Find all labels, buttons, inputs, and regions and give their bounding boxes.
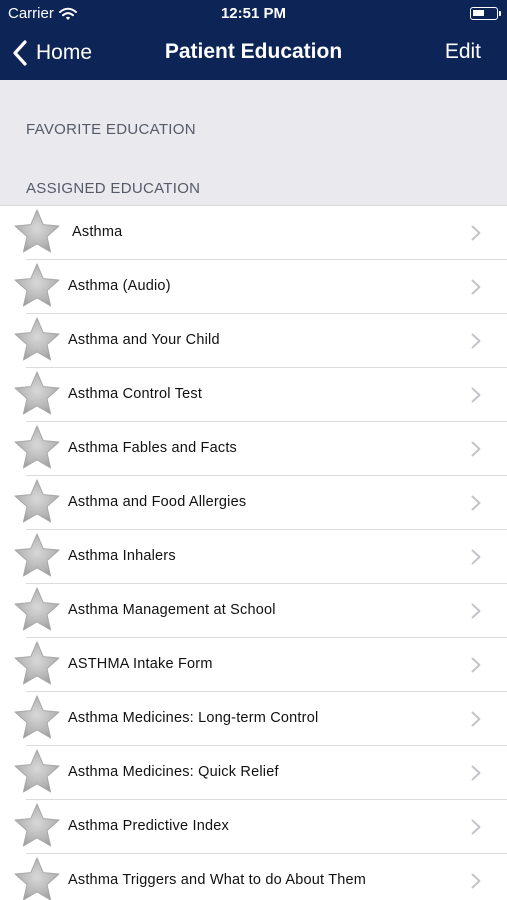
star-icon[interactable] <box>13 586 61 634</box>
favorite-education-header: FAVORITE EDUCATION <box>26 121 196 138</box>
list-item[interactable]: Asthma and Your Child <box>0 314 507 368</box>
list-item-label: Asthma Medicines: Long-term Control <box>68 710 319 726</box>
list-item[interactable]: Asthma (Audio) <box>0 260 507 314</box>
star-icon[interactable] <box>13 208 61 256</box>
list-item-label: Asthma and Your Child <box>68 332 220 348</box>
list-item[interactable]: Asthma Triggers and What to do About The… <box>0 854 507 900</box>
list-item-label: ASTHMA Intake Form <box>68 656 213 672</box>
list-item[interactable]: Asthma Inhalers <box>0 530 507 584</box>
chevron-right-icon <box>471 387 481 403</box>
assigned-education-list: Asthma Asthma (Audio) Asthma and Your Ch… <box>0 205 507 900</box>
star-icon[interactable] <box>13 424 61 472</box>
star-icon[interactable] <box>13 478 61 526</box>
edit-button[interactable]: Edit <box>445 40 481 64</box>
list-item[interactable]: Asthma Predictive Index <box>0 800 507 854</box>
list-item-label: Asthma Fables and Facts <box>68 440 238 456</box>
list-item[interactable]: Asthma <box>0 206 507 260</box>
section-headers: FAVORITE EDUCATION ASSIGNED EDUCATION <box>0 80 507 206</box>
list-item-label: Asthma Predictive Index <box>68 818 229 834</box>
star-icon[interactable] <box>13 316 61 364</box>
chevron-right-icon <box>471 603 481 619</box>
chevron-right-icon <box>471 333 481 349</box>
assigned-education-header: ASSIGNED EDUCATION <box>26 180 201 197</box>
chevron-right-icon <box>471 873 481 889</box>
battery-level <box>473 10 484 16</box>
chevron-right-icon <box>471 441 481 457</box>
navigation-bar: Home Patient Education Edit <box>0 28 507 80</box>
status-bar: Carrier 12:51 PM <box>0 0 507 28</box>
chevron-right-icon <box>471 711 481 727</box>
chevron-right-icon <box>471 279 481 295</box>
list-item[interactable]: Asthma Management at School <box>0 584 507 638</box>
chevron-right-icon <box>471 495 481 511</box>
list-item[interactable]: Asthma Fables and Facts <box>0 422 507 476</box>
list-item[interactable]: Asthma and Food Allergies <box>0 476 507 530</box>
chevron-right-icon <box>471 765 481 781</box>
list-item[interactable]: Asthma Medicines: Quick Relief <box>0 746 507 800</box>
list-item-label: Asthma Medicines: Quick Relief <box>68 764 279 780</box>
list-item-label: Asthma and Food Allergies <box>68 494 247 510</box>
status-time: 12:51 PM <box>220 5 287 22</box>
star-icon[interactable] <box>13 532 61 580</box>
star-icon[interactable] <box>13 640 61 688</box>
list-item[interactable]: Asthma Medicines: Long-term Control <box>0 692 507 746</box>
chevron-right-icon <box>471 549 481 565</box>
list-item-label: Asthma Management at School <box>68 602 276 618</box>
chevron-right-icon <box>471 819 481 835</box>
star-icon[interactable] <box>13 748 61 796</box>
chevron-right-icon <box>471 657 481 673</box>
chevron-right-icon <box>471 225 481 241</box>
star-icon[interactable] <box>13 802 61 850</box>
list-item[interactable]: ASTHMA Intake Form <box>0 638 507 692</box>
star-icon[interactable] <box>13 694 61 742</box>
top-bar: Carrier 12:51 PM Home Patient Education … <box>0 0 507 80</box>
star-icon[interactable] <box>13 856 61 900</box>
list-item-label: Asthma Control Test <box>68 386 203 402</box>
list-item-label: Asthma Inhalers <box>68 548 176 564</box>
list-item-label: Asthma <box>72 224 123 240</box>
star-icon[interactable] <box>13 262 61 310</box>
battery-icon <box>470 7 501 20</box>
list-item[interactable]: Asthma Control Test <box>0 368 507 422</box>
list-item-label: Asthma Triggers and What to do About The… <box>68 872 367 888</box>
page-title: Patient Education <box>164 40 343 63</box>
list-item-label: Asthma (Audio) <box>68 278 171 294</box>
star-icon[interactable] <box>13 370 61 418</box>
